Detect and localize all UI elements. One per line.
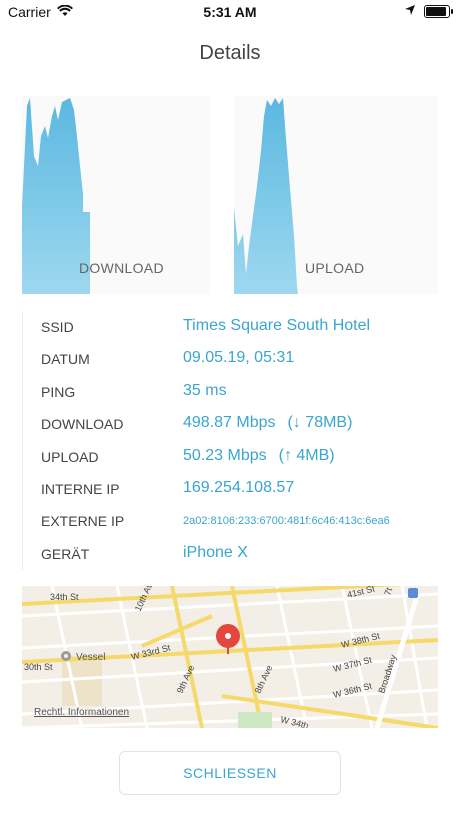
ping-value: 35 ms xyxy=(183,381,227,399)
download-volume: (↓ 78MB) xyxy=(287,414,353,432)
detail-value: 09.05.19, 05:31 xyxy=(183,349,294,367)
detail-label: GERÄT xyxy=(41,545,90,562)
map-transit-icon xyxy=(408,588,418,598)
location-map[interactable]: 34th St 10th Av W 33rd St 9th Ave 8th Av… xyxy=(22,586,438,728)
detail-value: Times Square South Hotel xyxy=(183,317,370,335)
external-ip-value: 2a02:8106:233:6700:481f:6c46:413c:6ea6 xyxy=(183,515,390,528)
detail-row-external-ip: EXTERNE IP 2a02:8106:233:6700:481f:6c46:… xyxy=(23,505,439,537)
upload-value: 50.23 Mbps xyxy=(183,446,267,464)
location-arrow-icon xyxy=(404,3,416,19)
detail-value: 2a02:8106:233:6700:481f:6c46:413c:6ea6 xyxy=(183,515,390,527)
detail-label: PING xyxy=(41,383,76,400)
status-bar: Carrier 5:31 AM xyxy=(0,0,460,24)
battery-icon xyxy=(424,4,453,18)
page-title: Details xyxy=(199,42,261,64)
ssid-value: Times Square South Hotel xyxy=(183,317,371,334)
download-graph: DOWNLOAD xyxy=(22,96,210,294)
detail-row-download: DOWNLOAD 498.87 Mbps (↓ 78MB) xyxy=(23,408,439,440)
download-value: 498.87 Mbps xyxy=(183,414,276,432)
detail-value: 498.87 Mbps (↓ 78MB) xyxy=(183,414,352,432)
status-right xyxy=(404,3,453,19)
detail-label: EXTERNE IP xyxy=(41,513,125,530)
detail-label: INTERNE IP xyxy=(41,480,120,497)
upload-graph-label: UPLOAD xyxy=(305,260,365,276)
datum-value: 09.05.19, 05:31 xyxy=(183,349,295,367)
detail-row-datum: DATUM 09.05.19, 05:31 xyxy=(23,343,439,375)
map-street-label: 30th St xyxy=(24,662,53,672)
detail-row-ssid: SSID Times Square South Hotel xyxy=(23,311,439,343)
detail-value: iPhone X xyxy=(183,544,248,562)
detail-row-upload: UPLOAD 50.23 Mbps (↑ 4MB) xyxy=(23,441,439,473)
detail-label: DATUM xyxy=(41,351,90,368)
map-street-label: 34th St xyxy=(50,592,79,602)
device-value: iPhone X xyxy=(183,543,248,561)
internal-ip-value: 169.254.108.57 xyxy=(183,478,295,496)
map-legal-link[interactable]: Rechtl. Informationen xyxy=(34,707,129,718)
map-poi-label: Vessel xyxy=(76,652,105,663)
upload-volume: (↑ 4MB) xyxy=(278,446,335,464)
download-graph-label: DOWNLOAD xyxy=(79,260,164,276)
detail-row-device: GERÄT iPhone X xyxy=(23,538,439,570)
detail-value: 50.23 Mbps (↑ 4MB) xyxy=(183,447,335,465)
speed-graphs: DOWNLOAD UPLOAD xyxy=(22,96,438,294)
close-button[interactable]: SCHLIESSEN xyxy=(119,751,341,795)
status-time: 5:31 AM xyxy=(203,4,257,20)
details-list: SSID Times Square South Hotel DATUM 09.0… xyxy=(22,311,439,571)
detail-label: SSID xyxy=(41,319,74,335)
detail-label: UPLOAD xyxy=(41,448,99,465)
detail-value: 35 ms xyxy=(183,382,227,400)
detail-row-ping: PING 35 ms xyxy=(23,376,439,408)
upload-graph: UPLOAD xyxy=(234,96,438,294)
detail-row-internal-ip: INTERNE IP 169.254.108.57 xyxy=(23,473,439,505)
detail-value: 169.254.108.57 xyxy=(183,479,294,497)
detail-label: DOWNLOAD xyxy=(41,416,124,433)
